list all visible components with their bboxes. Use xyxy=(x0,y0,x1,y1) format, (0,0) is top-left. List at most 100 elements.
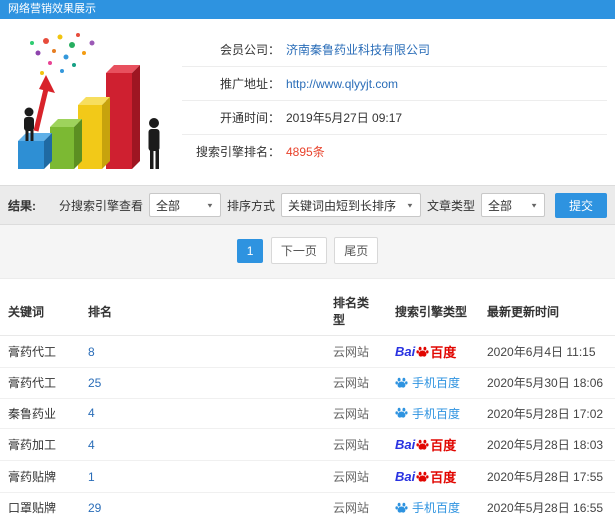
promotion-url-row: 推广地址： http://www.qlyyjt.com xyxy=(182,67,607,101)
sort-select[interactable]: 关键词由短到长排序 ▼ xyxy=(280,193,421,217)
red-bar xyxy=(106,65,140,169)
col-header-engine-type: 搜索引擎类型 xyxy=(387,287,479,336)
green-bar xyxy=(50,119,82,169)
article-type-select-value: 全部 xyxy=(487,198,512,213)
promotion-url-label: 推广地址： xyxy=(219,77,280,91)
table-row: 膏药加工 4 云网站 Bai 百度 2020年5月28日 18:03 xyxy=(0,428,615,461)
page-1-button[interactable]: 1 xyxy=(236,239,264,263)
top-section: 会员公司： 济南秦鲁药业科技有限公司 推广地址： http://www.qlyy… xyxy=(0,19,615,185)
article-type-select[interactable]: 全部 ▼ xyxy=(480,193,545,217)
table-row: 口罩贴牌 29 云网站 手机百度 2020年5月28日 16:55 xyxy=(0,492,615,520)
member-company-label: 会员公司： xyxy=(219,43,280,57)
confetti-dots xyxy=(30,33,95,75)
rank-link[interactable]: 8 xyxy=(88,345,95,359)
rank-link[interactable]: 1 xyxy=(88,470,95,484)
last-page-button[interactable]: 尾页 xyxy=(334,237,379,264)
engine-select-value: 全部 xyxy=(155,198,180,213)
keyword-cell: 膏药代工 xyxy=(0,367,80,399)
filter-controls: 分搜索引擎查看 全部 ▼ 排序方式 关键词由短到长排序 ▼ 文章类型 全部 ▼ … xyxy=(58,192,607,218)
keyword-cell: 膏药代工 xyxy=(0,335,80,368)
result-label: 结果: xyxy=(8,198,36,213)
engine-rank-count-label: 搜索引擎排名： xyxy=(195,145,280,159)
update-time-cell: 2020年5月28日 18:03 xyxy=(479,428,615,461)
sort-filter-label: 排序方式 xyxy=(226,198,275,213)
businessman-right-figure xyxy=(148,118,160,169)
paw-icon xyxy=(416,346,429,357)
rank-type-cell: 云网站 xyxy=(325,428,387,461)
rank-link[interactable]: 25 xyxy=(88,376,101,390)
table-body: 膏药代工 8 云网站 Bai 百度 2020年6月4日 11:15 膏药代工 25 云网站 手机百… xyxy=(0,335,615,520)
update-time-cell: 2020年6月4日 11:15 xyxy=(479,335,615,368)
table-row: 秦鲁药业 4 云网站 手机百度 2020年5月28日 17:02 xyxy=(0,398,615,429)
keyword-cell: 秦鲁药业 xyxy=(0,398,80,429)
engine-rank-count-value: 4895条 xyxy=(286,145,325,159)
engine-type-cell: Bai 百度 xyxy=(387,428,479,461)
growth-arrow-icon xyxy=(33,75,55,132)
keyword-cell: 口罩贴牌 xyxy=(0,492,80,520)
paw-icon xyxy=(395,407,408,418)
baidu-logo-icon: Bai 百度 xyxy=(395,469,457,485)
page-title-bar: 网络营销效果展示 xyxy=(0,0,615,19)
member-company-link[interactable]: 济南秦鲁药业科技有限公司 xyxy=(286,41,430,58)
paw-icon xyxy=(416,439,429,450)
paw-icon xyxy=(395,502,408,513)
rank-link[interactable]: 4 xyxy=(88,406,95,420)
next-page-button[interactable]: 下一页 xyxy=(270,237,327,264)
keyword-rank-table: 关键词 排名 排名类型 搜索引擎类型 最新更新时间 膏药代工 8 云网站 Bai 百度 2… xyxy=(0,287,615,520)
rank-type-cell: 云网站 xyxy=(325,460,387,493)
open-time-label: 开通时间： xyxy=(219,111,280,125)
engine-type-cell: Bai 百度 xyxy=(387,460,479,493)
submit-button[interactable]: 提交 xyxy=(554,192,607,218)
mobile-baidu-icon: 手机百度 xyxy=(395,499,460,516)
mobile-baidu-icon: 手机百度 xyxy=(395,374,460,391)
member-company-row: 会员公司： 济南秦鲁药业科技有限公司 xyxy=(182,33,607,67)
engine-type-cell: 手机百度 xyxy=(387,492,479,520)
rank-link[interactable]: 4 xyxy=(88,438,95,452)
marketing-effect-page: 网络营销效果展示 会员公司： 济南秦鲁药业科技有限公司 推广地址： http:/… xyxy=(0,0,615,520)
chevron-down-icon: ▼ xyxy=(206,201,214,209)
keyword-cell: 膏药贴牌 xyxy=(0,460,80,493)
update-time-cell: 2020年5月30日 18:06 xyxy=(479,367,615,399)
engine-select[interactable]: 全部 ▼ xyxy=(148,193,221,217)
article-type-label: 文章类型 xyxy=(426,198,475,213)
pagination: 1 下一页 尾页 xyxy=(0,225,615,279)
mobile-baidu-icon: 手机百度 xyxy=(395,405,460,422)
update-time-cell: 2020年5月28日 16:55 xyxy=(479,492,615,520)
engine-type-cell: 手机百度 xyxy=(387,367,479,399)
table-row: 膏药贴牌 1 云网站 Bai 百度 2020年5月28日 17:55 xyxy=(0,460,615,493)
bar-chart-clipart-image xyxy=(18,33,160,169)
col-header-keyword: 关键词 xyxy=(0,287,80,336)
keyword-cell: 膏药加工 xyxy=(0,428,80,461)
rank-type-cell: 云网站 xyxy=(325,335,387,368)
baidu-logo-icon: Bai 百度 xyxy=(395,437,457,453)
col-header-rank-type: 排名类型 xyxy=(325,287,387,336)
chevron-down-icon: ▼ xyxy=(530,201,538,209)
rank-link[interactable]: 29 xyxy=(88,501,101,515)
col-header-rank: 排名 xyxy=(80,287,325,336)
blue-bar xyxy=(18,133,52,169)
engine-type-cell: 手机百度 xyxy=(387,398,479,429)
open-time-row: 开通时间： 2019年5月27日 09:17 xyxy=(182,101,607,135)
table-row: 膏药代工 25 云网站 手机百度 2020年5月30日 18:06 xyxy=(0,367,615,399)
baidu-logo-icon: Bai 百度 xyxy=(395,344,457,360)
engine-filter-label: 分搜索引擎查看 xyxy=(58,198,143,213)
open-time-value: 2019年5月27日 09:17 xyxy=(286,111,403,125)
col-header-update-time: 最新更新时间 xyxy=(479,287,615,336)
paw-icon xyxy=(395,377,408,388)
paw-icon xyxy=(416,471,429,482)
rank-type-cell: 云网站 xyxy=(325,367,387,399)
yellow-bar xyxy=(78,97,110,169)
update-time-cell: 2020年5月28日 17:02 xyxy=(479,398,615,429)
table-header-row: 关键词 排名 排名类型 搜索引擎类型 最新更新时间 xyxy=(0,287,615,336)
chevron-down-icon: ▼ xyxy=(406,201,414,209)
engine-rank-count-row: 搜索引擎排名： 4895条 xyxy=(182,135,607,168)
filter-bar: 结果: 分搜索引擎查看 全部 ▼ 排序方式 关键词由短到长排序 ▼ 文章类型 全… xyxy=(0,185,615,225)
promotion-url-link[interactable]: http://www.qlyyjt.com xyxy=(286,77,398,91)
rank-type-cell: 云网站 xyxy=(325,398,387,429)
sort-select-value: 关键词由短到长排序 xyxy=(287,198,396,213)
table-row: 膏药代工 8 云网站 Bai 百度 2020年6月4日 11:15 xyxy=(0,335,615,368)
page-title: 网络营销效果展示 xyxy=(8,3,96,15)
rank-type-cell: 云网站 xyxy=(325,492,387,520)
company-info-panel: 会员公司： 济南秦鲁药业科技有限公司 推广地址： http://www.qlyy… xyxy=(182,33,607,177)
update-time-cell: 2020年5月28日 17:55 xyxy=(479,460,615,493)
